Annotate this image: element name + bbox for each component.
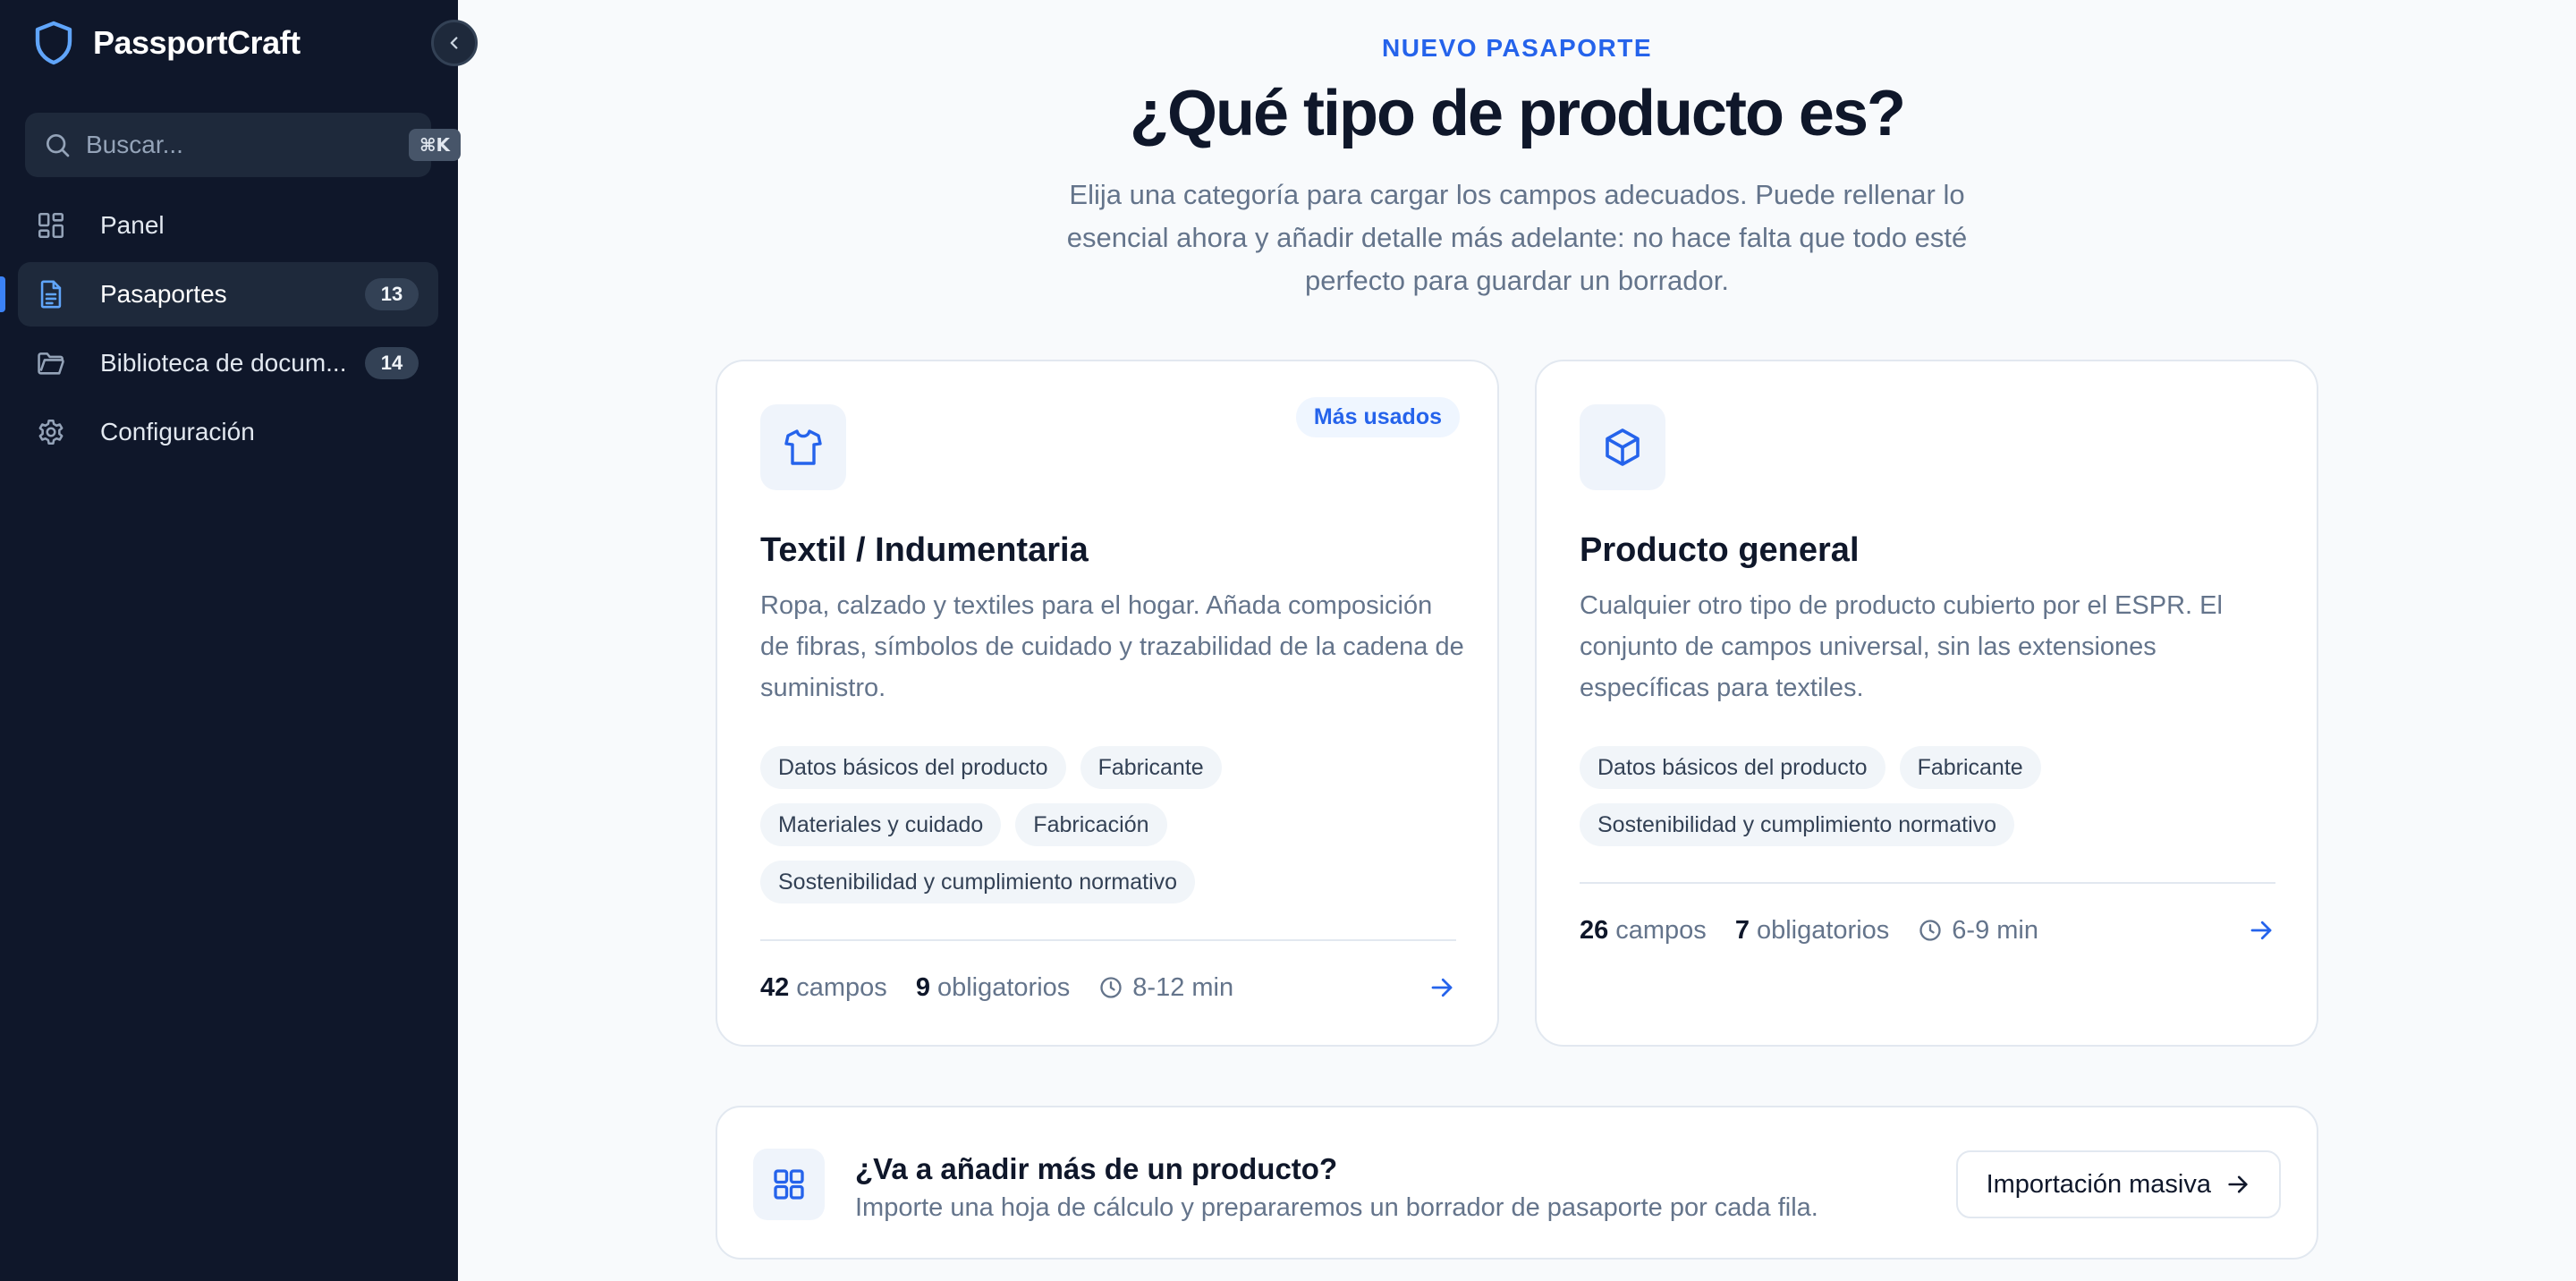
sidebar-item-pasaportes[interactable]: Pasaportes 13 <box>0 262 438 327</box>
field-group-chips: Datos básicos del producto Fabricante So… <box>1580 746 2295 846</box>
time-label: 8-12 min <box>1132 972 1234 1002</box>
bulk-icon-container <box>753 1149 825 1220</box>
required-stat: 9 obligatorios <box>916 973 1070 1003</box>
bulk-import-banner: ¿Va a añadir más de un producto? Importe… <box>716 1106 2318 1260</box>
search-input[interactable] <box>86 131 409 159</box>
bulk-import-label: Importación masiva <box>1986 1169 2211 1199</box>
arrow-right-icon[interactable] <box>1426 971 1458 1004</box>
required-count: 9 <box>915 972 930 1002</box>
sidebar-item-panel[interactable]: Panel <box>18 193 438 258</box>
clock-icon <box>1098 975 1132 1000</box>
time-estimate: 8-12 min <box>1098 973 1233 1003</box>
required-label: obligatorios <box>1756 915 1890 945</box>
chip: Materiales y cuidado <box>760 803 1002 846</box>
chip: Datos básicos del producto <box>1580 746 1885 789</box>
divider <box>760 939 1456 941</box>
most-used-badge: Más usados <box>1295 397 1460 437</box>
card-title: Textil / Indumentaria <box>760 531 1089 569</box>
chip: Fabricante <box>1899 746 2041 789</box>
chip: Fabricación <box>1015 803 1167 846</box>
category-card-textil[interactable]: Más usados Textil / Indumentaria Ropa, c… <box>716 360 1499 1047</box>
main-content: NUEVO PASAPORTE ¿Qué tipo de producto es… <box>458 0 2576 1281</box>
folder-icon <box>36 348 100 378</box>
sidebar: PassportCraft ⌘K Panel <box>0 0 462 1281</box>
fields-label: campos <box>1615 915 1707 945</box>
bulk-import-button[interactable]: Importación masiva <box>1955 1150 2281 1218</box>
fields-label: campos <box>796 972 887 1002</box>
required-stat: 7 obligatorios <box>1735 916 1889 946</box>
category-card-general[interactable]: Producto general Cualquier otro tipo de … <box>1535 360 2318 1047</box>
shirt-icon <box>782 426 825 469</box>
card-stats: 26 campos 7 obligatorios 6-9 min <box>1580 914 2277 946</box>
chip: Datos básicos del producto <box>760 746 1066 789</box>
search-shortcut-badge: ⌘K <box>409 129 462 161</box>
sidebar-item-configuracion[interactable]: Configuración <box>18 400 438 464</box>
sidebar-item-label: Biblioteca de docum... <box>100 349 347 377</box>
page-title: ¿Qué tipo de producto es? <box>1130 78 1906 149</box>
card-icon-container <box>760 404 846 490</box>
fields-stat: 26 campos <box>1580 916 1707 946</box>
grid-icon <box>771 1166 807 1202</box>
bulk-description: Importe una hoja de cálculo y prepararem… <box>855 1193 1818 1222</box>
bulk-title: ¿Va a añadir más de un producto? <box>855 1152 1338 1185</box>
sidebar-nav: Panel Pasaportes 13 Biblioteca de docum.… <box>0 193 438 469</box>
count-badge: 13 <box>365 278 419 310</box>
page-subtitle: Elija una categoría para cargar los camp… <box>1066 179 1968 296</box>
count-badge: 14 <box>365 347 419 379</box>
chip: Fabricante <box>1080 746 1222 789</box>
divider <box>1580 882 2275 884</box>
arrow-right-icon[interactable] <box>2245 914 2277 946</box>
arrow-right-icon <box>2225 1172 2250 1197</box>
card-description: Cualquier otro tipo de producto cubierto… <box>1580 591 2223 702</box>
brand[interactable]: PassportCraft <box>32 18 301 68</box>
box-icon <box>1601 426 1644 469</box>
gear-icon <box>36 417 100 447</box>
sidebar-item-label: Pasaportes <box>100 280 227 308</box>
card-icon-container <box>1580 404 1665 490</box>
collapse-sidebar-button[interactable] <box>431 20 478 66</box>
chip: Sostenibilidad y cumplimiento normativo <box>1580 803 2015 846</box>
clock-icon <box>1918 918 1952 943</box>
document-icon <box>36 279 100 310</box>
app-name: PassportCraft <box>93 24 301 61</box>
sidebar-item-label: Panel <box>100 211 165 239</box>
time-label: 6-9 min <box>1952 915 2038 945</box>
page-eyebrow: NUEVO PASAPORTE <box>1381 34 1653 62</box>
chevron-left-icon <box>445 33 464 53</box>
chip: Sostenibilidad y cumplimiento normativo <box>760 861 1196 903</box>
search-icon <box>43 131 86 159</box>
shield-logo-icon <box>32 20 75 66</box>
required-count: 7 <box>1734 915 1750 945</box>
grid-icon <box>36 210 100 241</box>
sidebar-item-label: Configuración <box>100 418 255 445</box>
time-estimate: 6-9 min <box>1918 916 2038 946</box>
fields-stat: 42 campos <box>760 973 887 1003</box>
card-stats: 42 campos 9 obligatorios 8-12 min <box>760 971 1458 1004</box>
sidebar-item-biblioteca[interactable]: Biblioteca de docum... 14 <box>18 331 438 395</box>
card-description: Ropa, calzado y textiles para el hogar. … <box>760 591 1464 702</box>
search-box[interactable]: ⌘K <box>25 113 462 177</box>
fields-count: 42 <box>760 972 790 1002</box>
card-title: Producto general <box>1580 531 1860 569</box>
fields-count: 26 <box>1580 915 1609 945</box>
field-group-chips: Datos básicos del producto Fabricante Ma… <box>760 746 1476 903</box>
required-label: obligatorios <box>936 972 1071 1002</box>
